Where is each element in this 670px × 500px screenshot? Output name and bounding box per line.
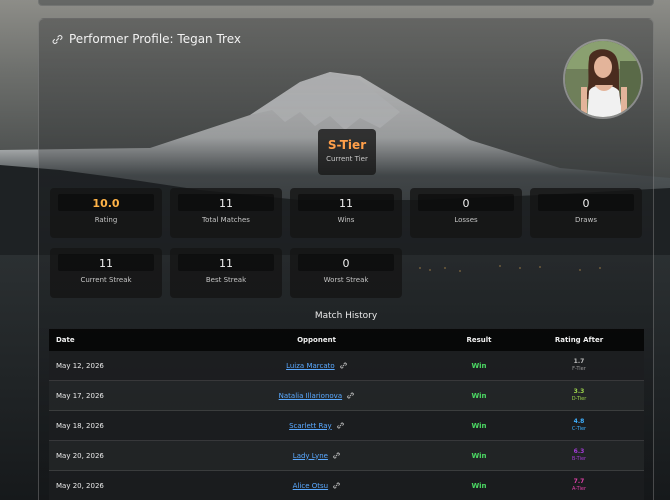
stat-best-streak: 11 Best Streak: [170, 248, 282, 298]
table-header: Date Opponent Result Rating After: [49, 329, 644, 351]
stat-draws: 0 Draws: [530, 188, 642, 238]
header-result: Result: [466, 336, 492, 344]
link-icon[interactable]: [333, 482, 341, 489]
stat-value: 11: [219, 257, 233, 270]
stat-label: Current Streak: [80, 276, 132, 284]
stat-worst-streak: 0 Worst Streak: [290, 248, 402, 298]
match-date: May 12, 2026: [56, 361, 104, 370]
match-history-title: Match History: [314, 311, 378, 321]
opponent-link[interactable]: Scarlett Ray: [289, 422, 332, 430]
tier-value: S-Tier: [327, 138, 367, 152]
profile-title-text: Performer Profile: Tegan Trex: [69, 32, 241, 46]
rating-value: 1.7: [573, 358, 585, 365]
stat-value: 11: [99, 257, 113, 270]
match-date: May 18, 2026: [56, 421, 104, 430]
table-row: May 20, 2026 Alice Otsu Win 7.7 A-Tier: [49, 471, 644, 500]
match-result: Win: [471, 391, 487, 400]
stat-total-matches: 11 Total Matches: [170, 188, 282, 238]
rating-tier: F-Tier: [572, 366, 586, 372]
stat-label: Total Matches: [202, 216, 250, 224]
stat-label: Best Streak: [205, 276, 247, 284]
performer-profile-panel: Performer Profile: Tegan Trex S-Tier Cur…: [38, 18, 654, 500]
rating-value: 3.3: [573, 388, 585, 395]
current-tier-box: S-Tier Current Tier: [318, 129, 376, 175]
match-result: Win: [471, 421, 487, 430]
rating-after: 1.7 F-Tier: [514, 358, 644, 373]
stat-value: 0: [342, 257, 350, 270]
match-date: May 17, 2026: [56, 391, 104, 400]
opponent-link[interactable]: Alice Otsu: [293, 482, 328, 490]
link-icon: [52, 34, 63, 44]
rating-tier: B-Tier: [571, 456, 587, 462]
header-opponent: Opponent: [297, 336, 336, 344]
stat-losses: 0 Losses: [410, 188, 522, 238]
match-result: Win: [471, 481, 487, 490]
match-date: May 20, 2026: [56, 481, 104, 490]
rating-tier: C-Tier: [571, 426, 587, 432]
stat-label: Draws: [575, 216, 597, 224]
stat-value: 0: [582, 197, 590, 210]
avatar-image: [565, 41, 641, 117]
stat-value: 10.0: [92, 197, 120, 210]
link-icon[interactable]: [337, 422, 344, 429]
link-icon[interactable]: [340, 362, 347, 369]
table-row: May 20, 2026 Lady Lyne Win 6.3 B-Tier: [49, 441, 644, 471]
stat-label: Worst Streak: [323, 276, 369, 284]
outer-card-edge: [38, 0, 654, 6]
match-result: Win: [471, 451, 487, 460]
table-row: May 17, 2026 Natalia Illarionova Win 3.3…: [49, 381, 644, 411]
stat-label: Rating: [94, 216, 118, 224]
stat-wins: 11 Wins: [290, 188, 402, 238]
rating-after: 6.3 B-Tier: [514, 448, 644, 463]
opponent-link[interactable]: Luiza Marcato: [286, 362, 335, 370]
match-result: Win: [471, 361, 487, 370]
avatar: [563, 39, 643, 119]
stat-current-streak: 11 Current Streak: [50, 248, 162, 298]
header-date: Date: [56, 336, 75, 344]
opponent-link[interactable]: Natalia Illarionova: [279, 392, 342, 400]
link-icon[interactable]: [333, 452, 340, 459]
rating-after: 3.3 D-Tier: [514, 388, 644, 403]
match-history-table: Date Opponent Result Rating After May 12…: [49, 329, 644, 500]
rating-tier: A-Tier: [571, 486, 587, 492]
stat-value: 11: [219, 197, 233, 210]
stat-label: Wins: [337, 216, 355, 224]
rating-value: 6.3: [573, 448, 585, 455]
opponent-link[interactable]: Lady Lyne: [293, 452, 328, 460]
tier-label: Current Tier: [326, 155, 368, 163]
header-rating-after: Rating After: [554, 336, 604, 344]
rating-tier: D-Tier: [571, 396, 587, 402]
table-row: May 18, 2026 Scarlett Ray Win 4.8 C-Tier: [49, 411, 644, 441]
rating-value: 7.7: [573, 478, 585, 485]
table-row: May 12, 2026 Luiza Marcato Win 1.7 F-Tie…: [49, 351, 644, 381]
stat-label: Losses: [454, 216, 478, 224]
stat-rating: 10.0 Rating: [50, 188, 162, 238]
stat-value: 11: [339, 197, 353, 210]
rating-after: 7.7 A-Tier: [514, 478, 644, 493]
rating-after: 4.8 C-Tier: [514, 418, 644, 433]
rating-value: 4.8: [573, 418, 585, 425]
panel-title: Performer Profile: Tegan Trex: [52, 32, 241, 46]
link-icon[interactable]: [347, 392, 355, 399]
stat-value: 0: [462, 197, 470, 210]
match-date: May 20, 2026: [56, 451, 104, 460]
